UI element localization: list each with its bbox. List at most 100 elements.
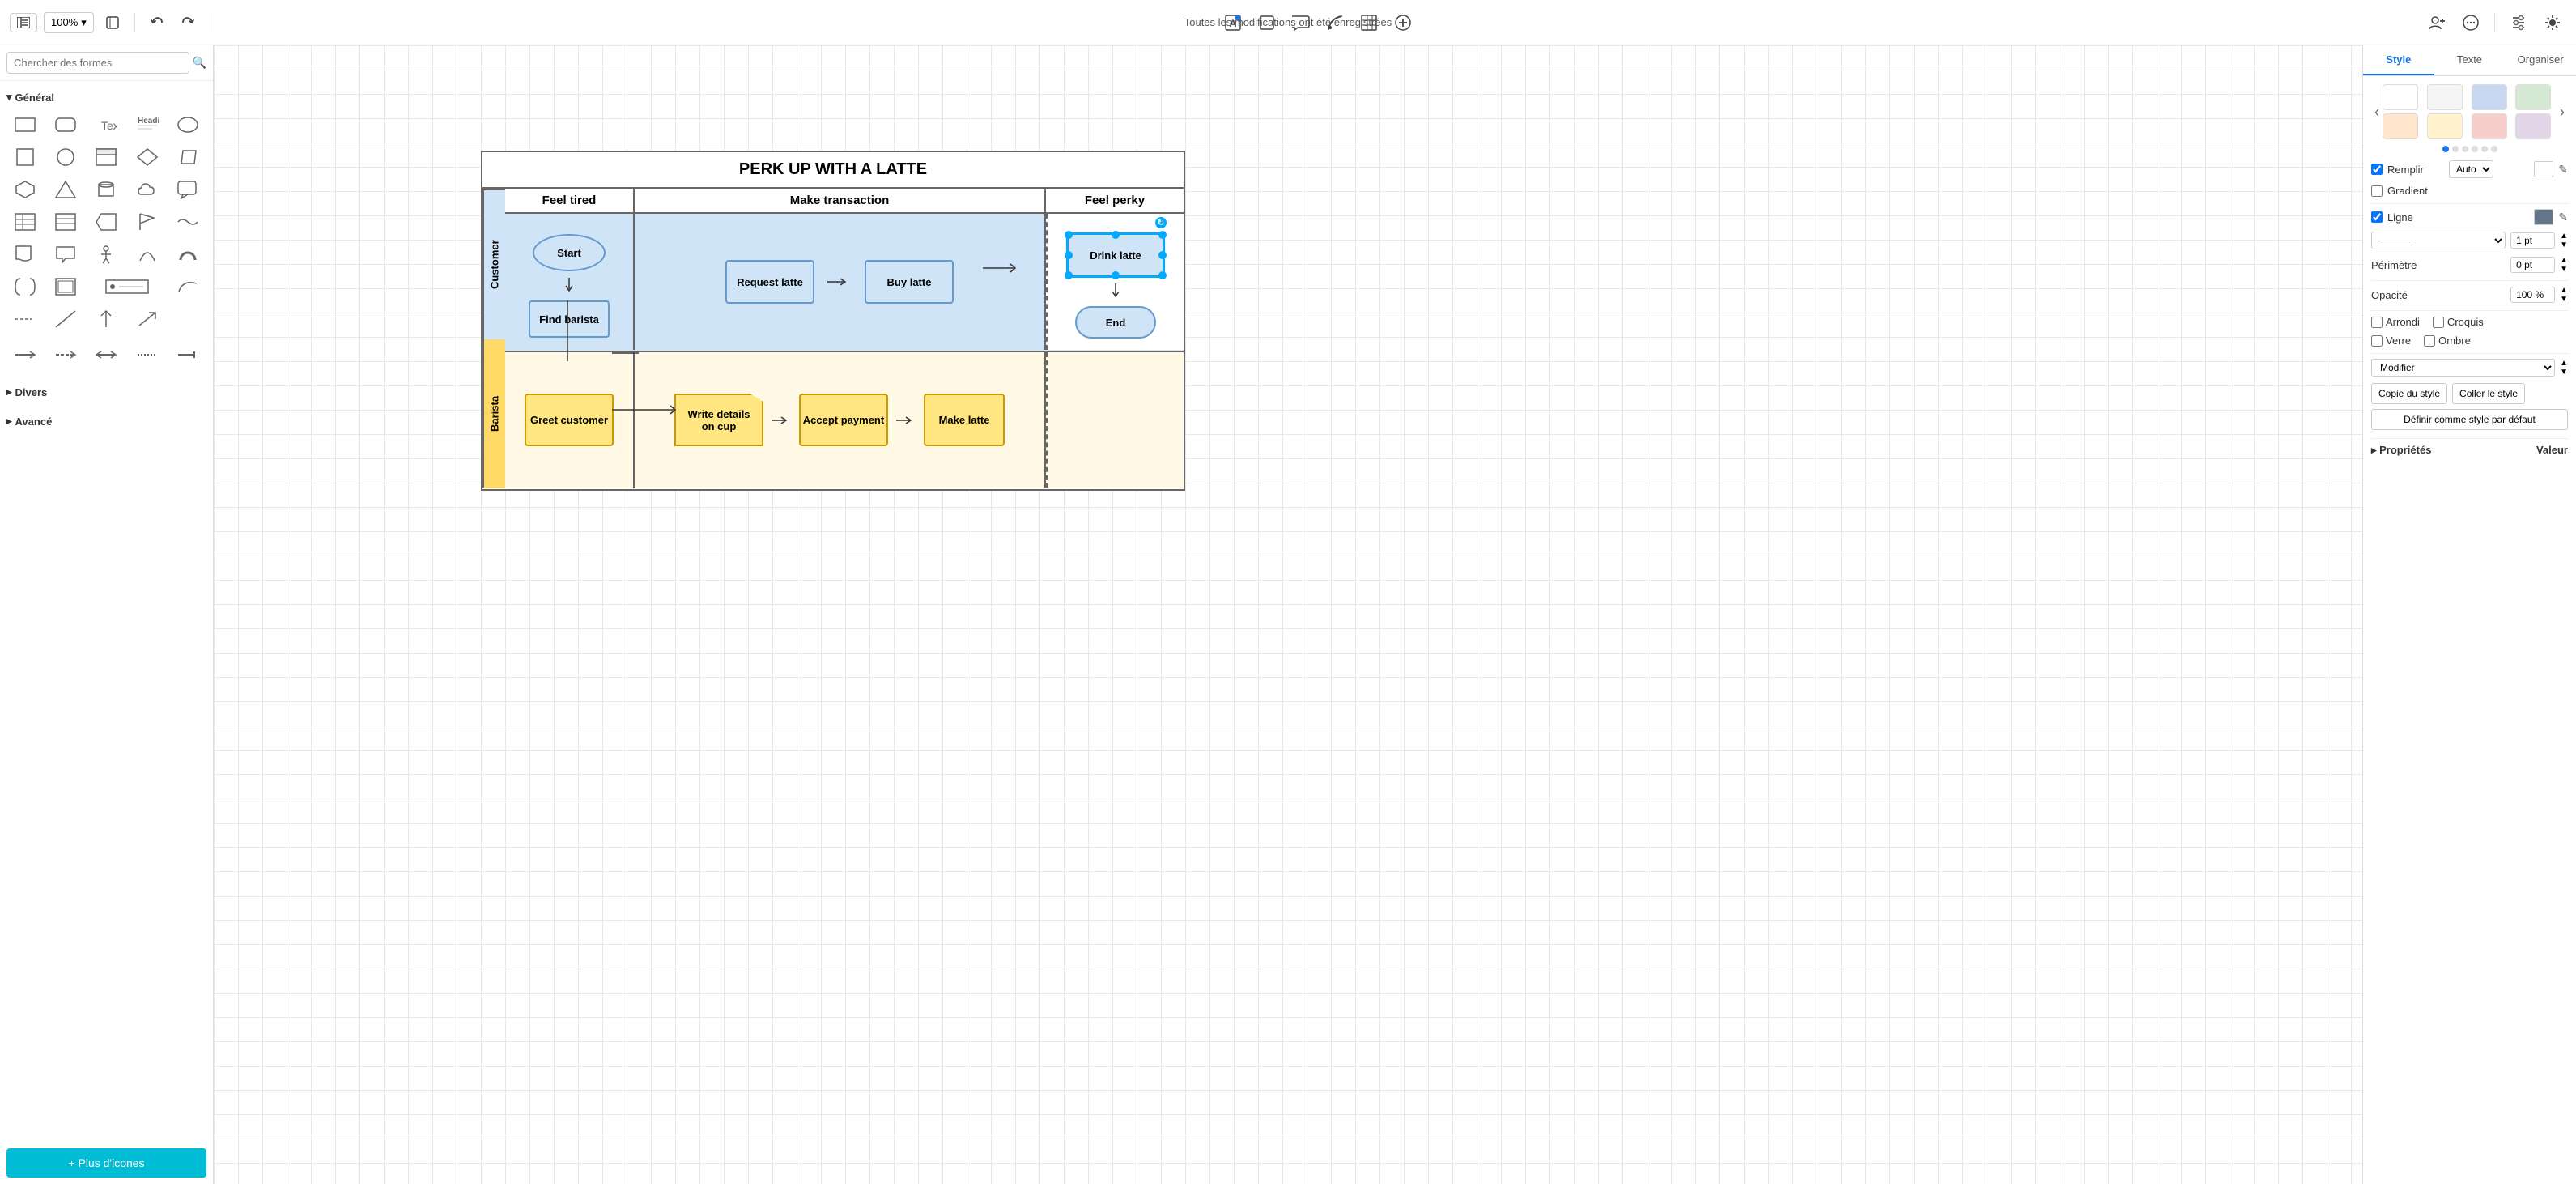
perimeter-input[interactable]: [2510, 257, 2555, 273]
opacity-up[interactable]: ▲: [2560, 286, 2568, 295]
shape-bracket[interactable]: [6, 272, 44, 301]
shape-heading[interactable]: Heading: [129, 110, 166, 139]
line-checkbox[interactable]: [2371, 211, 2383, 223]
shape-hexagon[interactable]: [6, 175, 44, 204]
line-dashed-arrow[interactable]: [47, 340, 84, 369]
swatch-red[interactable]: [2472, 113, 2507, 139]
shape-flag[interactable]: [129, 207, 166, 236]
tab-style[interactable]: Style: [2363, 45, 2434, 75]
shape-dotted-line[interactable]: [6, 305, 44, 334]
shape-process[interactable]: [87, 207, 125, 236]
modifier-select[interactable]: Modifier: [2371, 359, 2555, 377]
paste-style-btn[interactable]: Coller le style: [2452, 383, 2525, 404]
fill-checkbox[interactable]: [2371, 164, 2383, 175]
swatch-blue[interactable]: [2472, 84, 2507, 110]
shape-frame[interactable]: [47, 272, 84, 301]
swatch-yellow[interactable]: [2427, 113, 2463, 139]
shape-container[interactable]: [87, 143, 125, 172]
greet-customer-node[interactable]: Greet customer: [525, 394, 614, 446]
color-carousel-prev[interactable]: ‹: [2371, 104, 2383, 121]
fill-mode-select[interactable]: Auto: [2449, 160, 2493, 178]
line-edit-icon[interactable]: ✎: [2558, 211, 2568, 224]
shape-person[interactable]: [87, 240, 125, 269]
perimeter-down[interactable]: ▼: [2560, 265, 2568, 274]
shape-callout2[interactable]: [47, 240, 84, 269]
shape-cylinder[interactable]: [87, 175, 125, 204]
search-btn[interactable]: 🔍: [193, 56, 206, 70]
shape-document[interactable]: [6, 240, 44, 269]
line-weight-input[interactable]: [2510, 232, 2555, 249]
copy-style-btn[interactable]: Copie du style: [2371, 383, 2447, 404]
line-weight-down[interactable]: ▼: [2560, 241, 2568, 249]
redo-btn[interactable]: [176, 12, 200, 33]
add-tool-btn[interactable]: [1389, 11, 1417, 35]
shape-arc[interactable]: [129, 240, 166, 269]
gradient-checkbox[interactable]: [2371, 185, 2383, 197]
more-options-btn[interactable]: [2457, 11, 2485, 35]
croquis-checkbox[interactable]: [2433, 317, 2444, 328]
shape-cloud[interactable]: [129, 175, 166, 204]
swatch-white[interactable]: [2383, 84, 2418, 110]
line-weight-up[interactable]: ▲: [2560, 232, 2568, 241]
tab-texte[interactable]: Texte: [2434, 45, 2506, 75]
theme-btn[interactable]: [2539, 11, 2566, 35]
request-latte-node[interactable]: Request latte: [725, 260, 814, 304]
shape-rectangle[interactable]: [6, 110, 44, 139]
line-double-arrow[interactable]: [87, 340, 125, 369]
shape-list[interactable]: [47, 207, 84, 236]
add-user-btn[interactable]: [2423, 11, 2451, 35]
search-input[interactable]: [6, 52, 189, 74]
line-style-select[interactable]: ─────: [2371, 232, 2506, 249]
verre-checkbox[interactable]: [2371, 335, 2383, 347]
swatch-gray[interactable]: [2427, 84, 2463, 110]
modifier-down[interactable]: ▼: [2560, 368, 2568, 377]
fit-page-btn[interactable]: [100, 12, 125, 33]
divers-section-title[interactable]: ▸ Divers: [6, 382, 206, 402]
shape-list-item[interactable]: [87, 272, 165, 301]
drink-latte-node[interactable]: Drink latte: [1067, 233, 1164, 277]
perimeter-up[interactable]: ▲: [2560, 256, 2568, 265]
shape-partial-ring[interactable]: [169, 240, 206, 269]
tab-organiser[interactable]: Organiser: [2505, 45, 2576, 75]
swatch-purple[interactable]: [2515, 113, 2551, 139]
shape-wave[interactable]: [169, 207, 206, 236]
find-barista-node[interactable]: Find barista: [529, 300, 610, 338]
start-node[interactable]: Start: [533, 234, 606, 271]
shape-text[interactable]: Text: [87, 110, 125, 139]
opacity-down[interactable]: ▼: [2560, 295, 2568, 304]
line-connector[interactable]: [129, 340, 166, 369]
shape-triangle[interactable]: [47, 175, 84, 204]
fill-edit-icon[interactable]: ✎: [2558, 163, 2568, 177]
shape-table[interactable]: [6, 207, 44, 236]
buy-latte-node[interactable]: Buy latte: [865, 260, 954, 304]
color-carousel-next[interactable]: ›: [2557, 104, 2568, 121]
shape-diagonal-line[interactable]: [47, 305, 84, 334]
add-icons-btn[interactable]: + Plus d'icones: [6, 1148, 206, 1178]
set-default-btn[interactable]: Définir comme style par défaut: [2371, 409, 2568, 430]
general-section-title[interactable]: ▾ Général: [6, 87, 206, 107]
undo-btn[interactable]: [145, 12, 169, 33]
shape-rounded-rectangle[interactable]: [47, 110, 84, 139]
shape-diamond[interactable]: [129, 143, 166, 172]
end-node[interactable]: End: [1075, 306, 1156, 339]
line-blocker[interactable]: [169, 340, 206, 369]
line-solid[interactable]: [6, 340, 44, 369]
fill-color-swatch[interactable]: [2534, 161, 2553, 177]
ombre-checkbox[interactable]: [2424, 335, 2435, 347]
shape-diagonal-arrow[interactable]: [129, 305, 166, 334]
advanced-section-title[interactable]: ▸ Avancé: [6, 411, 206, 431]
accept-payment-node[interactable]: Accept payment: [799, 394, 888, 446]
swatch-orange[interactable]: [2383, 113, 2418, 139]
line-color-swatch[interactable]: [2534, 209, 2553, 225]
shape-square[interactable]: [6, 143, 44, 172]
swatch-green[interactable]: [2515, 84, 2551, 110]
modifier-up[interactable]: ▲: [2560, 359, 2568, 368]
sidebar-toggle-btn[interactable]: [10, 13, 37, 32]
shape-curve[interactable]: [169, 272, 206, 301]
shape-parallelogram[interactable]: [169, 143, 206, 172]
opacity-input[interactable]: [2510, 287, 2555, 303]
shape-arrow-up[interactable]: [87, 305, 125, 334]
zoom-selector[interactable]: 100% ▾: [44, 12, 94, 33]
settings-btn[interactable]: [2505, 11, 2532, 35]
shape-callout[interactable]: [169, 175, 206, 204]
